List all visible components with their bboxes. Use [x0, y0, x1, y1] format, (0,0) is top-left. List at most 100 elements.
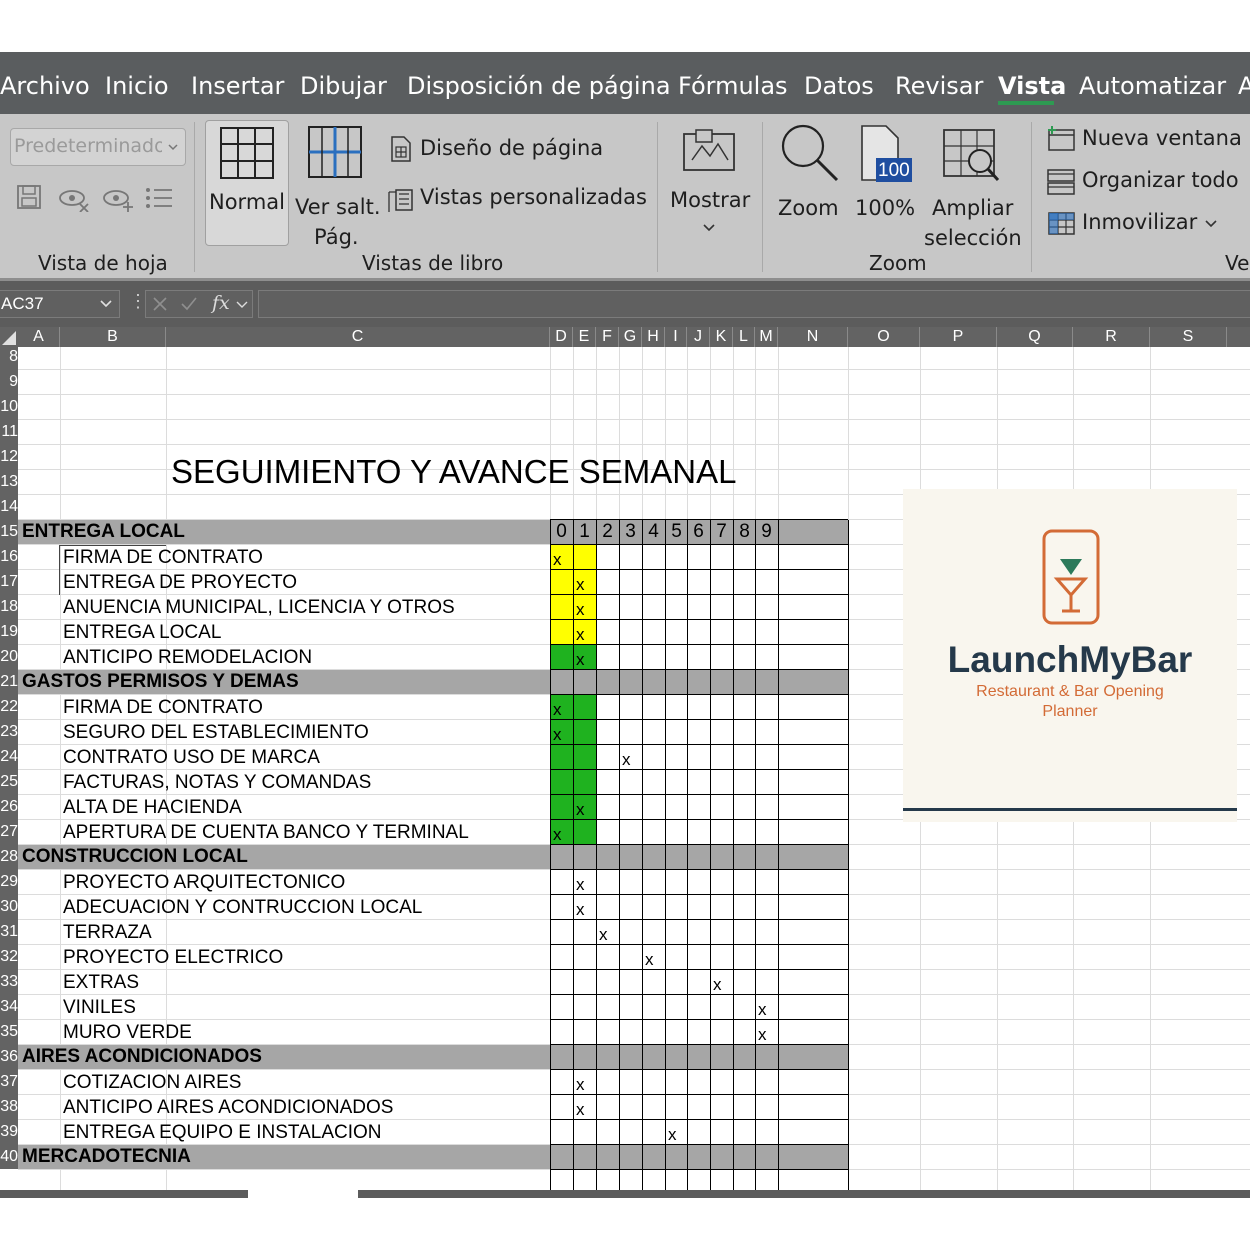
- column-header-h[interactable]: H: [642, 327, 665, 347]
- column-header-s[interactable]: S: [1150, 327, 1227, 347]
- column-header-i[interactable]: I: [665, 327, 687, 347]
- row-header[interactable]: 16: [0, 544, 18, 569]
- horizontal-scrollbar[interactable]: [358, 1190, 1250, 1198]
- row-header[interactable]: 36: [0, 1044, 18, 1069]
- save-view-icon[interactable]: [16, 184, 42, 210]
- column-header-k[interactable]: K: [710, 327, 733, 347]
- page-layout-button[interactable]: Diseño de página: [388, 134, 648, 166]
- exit-view-icon[interactable]: [58, 186, 90, 212]
- row-header[interactable]: 10: [0, 394, 18, 419]
- row-header[interactable]: 25: [0, 769, 18, 794]
- column-header-n[interactable]: N: [778, 327, 848, 347]
- row-header[interactable]: 34: [0, 994, 18, 1019]
- timeline-border: [550, 919, 848, 920]
- new-window-label: Nueva ventana: [1082, 126, 1242, 150]
- row-header[interactable]: 11: [0, 419, 18, 444]
- tab-inicio[interactable]: Inicio: [105, 72, 169, 100]
- tab-vista[interactable]: Vista: [998, 72, 1066, 100]
- tab-automatizar[interactable]: Automatizar: [1079, 72, 1226, 100]
- column-header-j[interactable]: J: [687, 327, 710, 347]
- zoom-to-selection-button[interactable]: Ampliar selección: [922, 122, 1026, 252]
- row-header[interactable]: 19: [0, 619, 18, 644]
- formula-actions: fx: [145, 290, 253, 318]
- column-header-m[interactable]: M: [755, 327, 778, 347]
- insert-function-icon[interactable]: fx: [212, 292, 230, 314]
- custom-views-button[interactable]: Vistas personalizadas: [386, 184, 647, 216]
- row-header[interactable]: 8: [0, 347, 18, 369]
- arrange-all-button[interactable]: Organizar todo: [1044, 166, 1250, 198]
- sheet-view-dropdown[interactable]: Predeterminado: [10, 128, 186, 166]
- progress-fill-cell: [551, 745, 573, 769]
- enter-icon[interactable]: [180, 296, 198, 312]
- column-header-a[interactable]: A: [18, 327, 60, 347]
- tab-overflow[interactable]: A: [1238, 72, 1250, 100]
- new-view-icon[interactable]: [102, 186, 134, 212]
- row-header[interactable]: 26: [0, 794, 18, 819]
- zoom-100-button[interactable]: 100 100%: [852, 122, 915, 222]
- row-header[interactable]: 29: [0, 869, 18, 894]
- row-header[interactable]: 14: [0, 494, 18, 519]
- row-header[interactable]: 40: [0, 1144, 18, 1169]
- column-header-q[interactable]: Q: [997, 327, 1073, 347]
- column-header-r[interactable]: R: [1073, 327, 1150, 347]
- group-label-vistas-de-libro: Vistas de libro: [362, 251, 504, 275]
- sheet-tab-scroll-area[interactable]: [0, 1190, 248, 1198]
- formula-input[interactable]: [258, 290, 1250, 318]
- row-header[interactable]: 13: [0, 469, 18, 494]
- tab-dibujar[interactable]: Dibujar: [300, 72, 387, 100]
- spreadsheet-grid[interactable]: 8 9 10 11 12 13 14 15 16 17 18 19 20 21 22 23 24 25 26 27 28…: [0, 347, 1250, 1190]
- row-header[interactable]: 27: [0, 819, 18, 844]
- column-header-d[interactable]: D: [550, 327, 573, 347]
- row-header[interactable]: 20: [0, 644, 18, 669]
- row-header[interactable]: 31: [0, 919, 18, 944]
- progress-mark: x: [553, 825, 562, 844]
- normal-view-button[interactable]: Normal: [205, 120, 289, 246]
- row-header[interactable]: 35: [0, 1019, 18, 1044]
- tab-revisar[interactable]: Revisar: [895, 72, 983, 100]
- week-number: 5: [671, 521, 682, 542]
- row-header[interactable]: 32: [0, 944, 18, 969]
- timeline-border: [550, 944, 848, 945]
- row-header[interactable]: 24: [0, 744, 18, 769]
- tab-datos[interactable]: Datos: [804, 72, 874, 100]
- row-header[interactable]: 37: [0, 1069, 18, 1094]
- cancel-icon[interactable]: [152, 296, 168, 312]
- row-header[interactable]: 12: [0, 444, 18, 469]
- zoom-button[interactable]: Zoom: [775, 122, 841, 222]
- row-header[interactable]: 30: [0, 894, 18, 919]
- select-all-icon[interactable]: [0, 327, 18, 347]
- row-header[interactable]: 38: [0, 1094, 18, 1119]
- new-window-button[interactable]: Nueva ventana: [1044, 124, 1250, 156]
- row-header[interactable]: 18: [0, 594, 18, 619]
- row-header[interactable]: 33: [0, 969, 18, 994]
- row-header[interactable]: 17: [0, 569, 18, 594]
- column-header-e[interactable]: E: [573, 327, 596, 347]
- column-header-o[interactable]: O: [848, 327, 920, 347]
- column-header-f[interactable]: F: [596, 327, 619, 347]
- column-header-l[interactable]: L: [733, 327, 755, 347]
- timeline-border: [710, 520, 711, 1190]
- row-header[interactable]: 22: [0, 694, 18, 719]
- column-header-c[interactable]: C: [166, 327, 550, 347]
- show-button[interactable]: Mostrar: [668, 122, 752, 240]
- row-header[interactable]: 9: [0, 369, 18, 394]
- progress-mark: x: [645, 950, 654, 969]
- section-title: GASTOS PERMISOS Y DEMAS: [22, 671, 299, 692]
- options-list-icon[interactable]: [144, 186, 174, 210]
- column-header-p[interactable]: P: [920, 327, 997, 347]
- row-header[interactable]: 28: [0, 844, 18, 869]
- row-header[interactable]: 23: [0, 719, 18, 744]
- column-header-b[interactable]: B: [60, 327, 166, 347]
- freeze-panes-button[interactable]: Inmovilizar: [1044, 208, 1250, 240]
- column-header-g[interactable]: G: [619, 327, 642, 347]
- tab-archivo[interactable]: Archivo: [0, 72, 90, 100]
- tab-insertar[interactable]: Insertar: [191, 72, 284, 100]
- tab-formulas[interactable]: Fórmulas: [678, 72, 788, 100]
- row-header[interactable]: 21: [0, 669, 18, 694]
- row-header[interactable]: 39: [0, 1119, 18, 1144]
- row-header[interactable]: 15: [0, 519, 18, 544]
- page-break-view-button[interactable]: Ver salt. Pág.: [292, 120, 381, 249]
- timeline-border: [550, 669, 848, 670]
- tab-disposicion[interactable]: Disposición de página: [407, 72, 671, 100]
- name-box[interactable]: AC37: [0, 290, 120, 318]
